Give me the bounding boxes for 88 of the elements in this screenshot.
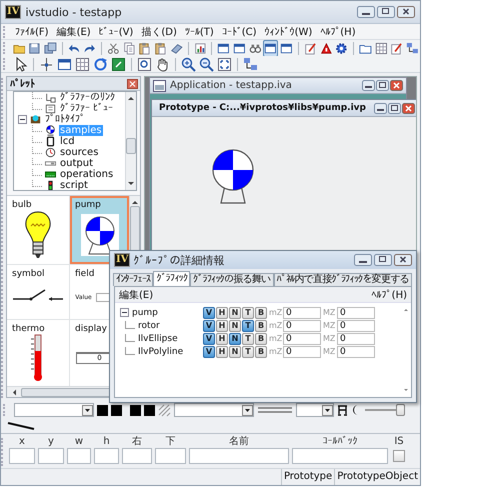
panel-title: ﾊﾟﾚｯﾄ [10,78,35,90]
menu-item[interactable]: ﾋﾞｭｰ(V) [94,26,138,38]
toggle-button[interactable]: T [242,306,254,318]
tree-item[interactable]: sources [59,147,100,158]
toggle-button[interactable]: H [216,332,228,344]
tree-item[interactable]: pump [132,308,158,318]
field-label: 右 [131,436,143,448]
tree-item[interactable]: lcd [59,136,76,147]
palette-item-label: pump [75,200,101,210]
field-label: MZ [323,334,335,343]
tree-item[interactable]: output [59,158,94,169]
field-label: y [47,436,55,448]
window-title: Application - testapp.iva [170,80,292,91]
input-field[interactable]: 0 [337,306,375,318]
toggle-button[interactable]: N [229,332,241,344]
input-field[interactable]: 0 [337,320,375,332]
status-text: PrototypeObject [334,469,420,485]
toggle-button[interactable]: B [255,320,267,332]
toggle-button[interactable]: V [203,320,215,332]
tree-item[interactable]: IlvPolyline [138,346,184,356]
window-title: Prototype - C:...¥ivprotos¥libs¥pump.ivp [159,103,366,113]
menu-item[interactable]: ﾌｧｲﾙ(F) [11,26,53,38]
palette-item-label: bulb [12,200,32,210]
palette-item[interactable]: thermo [7,320,69,386]
field-label: MZ [323,308,335,317]
app-logo: IV [5,5,22,19]
tree-item[interactable]: ﾌﾟﾛﾄﾀｲﾌﾟ [44,114,86,125]
field-label: w [74,436,84,448]
menu-item[interactable]: ﾍﾙﾌﾟ(H) [316,26,360,38]
field-label: mZ [269,321,281,330]
field-label: MZ [323,347,335,356]
palette-item-label: field [75,269,94,279]
input-field[interactable]: 0 [337,332,375,344]
input-field[interactable]: 0 [283,346,321,358]
palette-item-label: thermo [12,324,45,334]
toggle-button[interactable]: V [203,306,215,318]
tab[interactable]: ｸﾞﾗﾌｨｯｸの振る舞い [190,273,274,286]
toggle-button[interactable]: H [216,320,228,332]
toggle-button[interactable]: B [255,306,267,318]
menu-item[interactable]: ﾂｰﾙ(T) [180,26,218,38]
tree-item[interactable]: script [59,180,89,190]
field-label: mZ [269,347,281,356]
tab[interactable]: ｸﾞﾗﾌｨｯｸ [153,271,190,286]
palette-item[interactable]: symbol [7,265,69,319]
menu-item[interactable]: ｳｨﾝﾄﾞｳ(W) [260,26,316,38]
status-text: Prototype [280,469,334,485]
tree-item[interactable]: rotor [138,320,160,330]
field-label: h [102,436,111,448]
field-label: x [18,436,26,448]
palette-item-label: symbol [12,269,45,279]
menu-item[interactable]: 編集(E) [52,24,95,38]
tree-item[interactable]: IlvEllipse [138,334,178,344]
toggle-button[interactable]: V [203,332,215,344]
field-label: 下 [164,436,176,448]
toggle-button[interactable]: B [255,332,267,344]
menu-item[interactable]: ｺｰﾄﾞ(C) [218,26,261,38]
menu-item[interactable]: 描く(D) [137,24,181,38]
toggle-button[interactable]: T [242,332,254,344]
field-label: ｺｰﾙﾊﾞｯｸ [322,436,358,448]
field-label: MZ [323,321,335,330]
toggle-button[interactable]: V [203,346,215,358]
field-label: mZ [269,334,281,343]
toggle-button[interactable]: N [229,320,241,332]
toggle-button[interactable]: H [216,306,228,318]
app-logo: IV [114,253,130,267]
tree-item[interactable]: ｸﾞﾗﾌｧｰ ﾋﾞｭｰ [59,103,114,114]
tab[interactable]: ﾊﾟﾈﾙ内で直接ｸﾞﾗﾌｨｯｸを変更する [274,273,412,286]
dialog-title: ｸﾞﾙｰﾌﾟの詳細情報 [133,252,224,268]
toggle-button[interactable]: N [229,306,241,318]
tab[interactable]: ｲﾝﾀｰﾌｪｰｽ [113,273,154,286]
toggle-button[interactable]: N [229,346,241,358]
input-field[interactable]: 0 [283,332,321,344]
palette-item-label: display [75,324,107,334]
field-label: mZ [269,308,281,317]
toggle-button[interactable]: B [255,346,267,358]
input-field[interactable]: 0 [283,320,321,332]
checkbox-label: IS [394,436,404,448]
field-label: 名前 [228,436,250,448]
toggle-button[interactable]: T [242,346,254,358]
toggle-button[interactable]: H [216,346,228,358]
input-field[interactable]: 0 [283,306,321,318]
window-title: ivstudio - testapp [25,6,122,18]
menu-item[interactable]: ﾍﾙﾌﾟ(H) [368,288,411,300]
toggle-button[interactable]: T [242,320,254,332]
input-field[interactable]: 0 [337,346,375,358]
tree-item[interactable]: ｸﾞﾗﾌｧｰのﾘﾝｸ [59,92,116,103]
tree-item[interactable]: operations [59,169,114,180]
palette-item[interactable]: bulb [7,196,69,264]
